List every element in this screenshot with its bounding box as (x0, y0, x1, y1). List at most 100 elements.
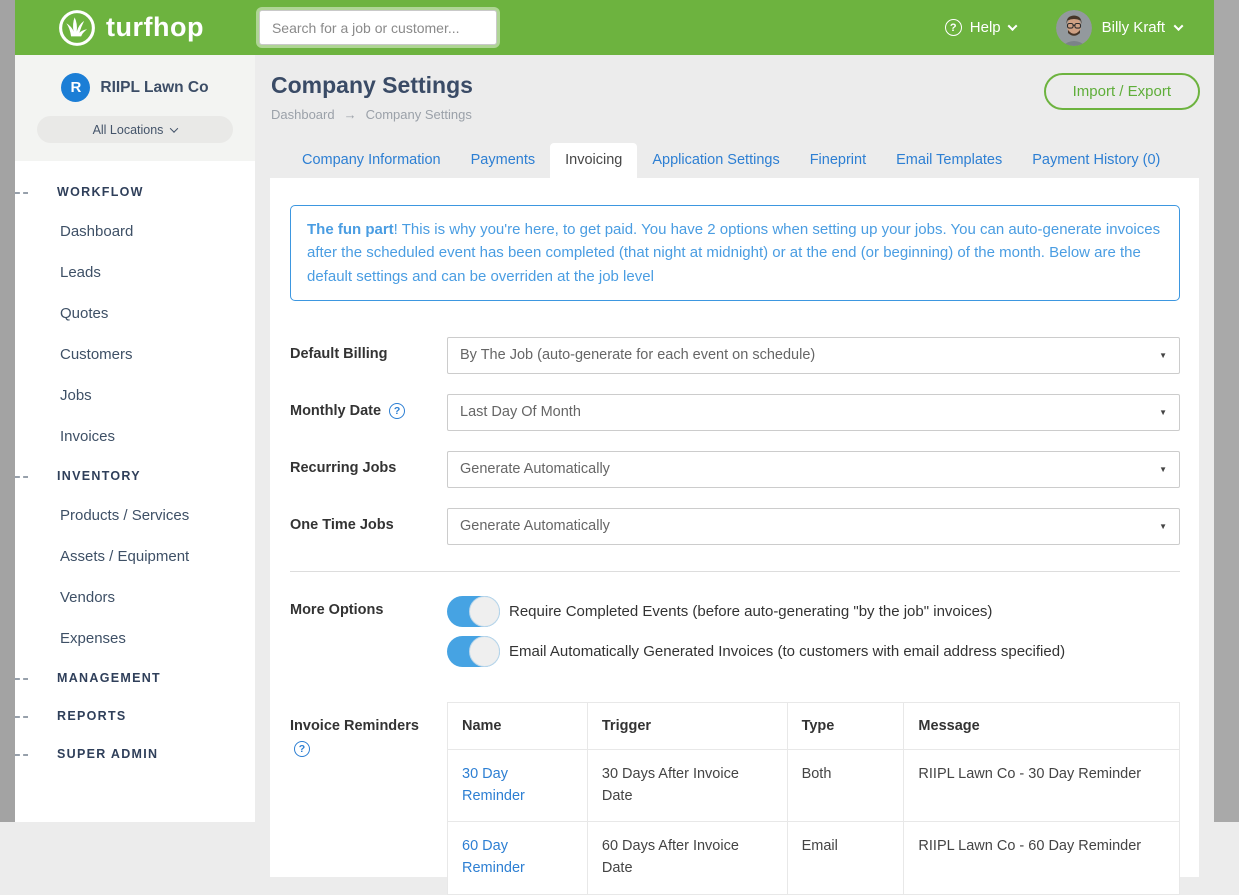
top-navbar: turfhop ? Help (15, 0, 1214, 55)
company-section: R RIIPL Lawn Co All Locations (15, 55, 255, 161)
main-content: Company Settings Dashboard → Company Set… (255, 55, 1214, 822)
invoice-reminders-label: Invoice Reminders (290, 718, 447, 734)
table-header-row: Name Trigger Type Message (448, 702, 1180, 749)
invoicing-panel: The fun part! This is why you're here, t… (270, 178, 1199, 877)
more-options-row: More Options Require Completed Events (b… (290, 596, 1180, 676)
brand-logo[interactable]: turfhop (58, 9, 204, 47)
tab-fineprint[interactable]: Fineprint (795, 143, 881, 178)
reminder-type: Email (787, 822, 904, 895)
user-name: Billy Kraft (1102, 19, 1165, 36)
tab-payment-history[interactable]: Payment History (0) (1017, 143, 1175, 178)
window-left-strip (0, 0, 15, 822)
tab-email-templates[interactable]: Email Templates (881, 143, 1017, 178)
field-row-monthly-date: Monthly Date ? Last Day Of Month ▼ (290, 394, 1180, 431)
select-arrow-icon: ▼ (1159, 522, 1167, 531)
sidebar-item-customers[interactable]: Customers (15, 334, 255, 375)
default-billing-select[interactable]: By The Job (auto-generate for each event… (447, 337, 1180, 374)
sidebar-section-management[interactable]: MANAGEMENT (15, 659, 255, 697)
locations-label: All Locations (93, 123, 164, 137)
locations-selector[interactable]: All Locations (37, 116, 233, 143)
sidebar-item-leads[interactable]: Leads (15, 252, 255, 293)
chevron-down-icon (1174, 21, 1184, 31)
brand-name: turfhop (106, 12, 204, 43)
company-name: RIIPL Lawn Co (100, 79, 208, 97)
require-completed-toggle[interactable] (447, 596, 500, 627)
sidebar-item-expenses[interactable]: Expenses (15, 618, 255, 659)
column-header-type: Type (787, 702, 904, 749)
info-text: ! This is why you're here, to get paid. … (307, 221, 1160, 285)
recurring-jobs-value: Generate Automatically (460, 461, 610, 477)
invoice-reminders-table: Name Trigger Type Message 30 Day Reminde… (447, 702, 1180, 895)
user-avatar (1056, 10, 1092, 46)
import-export-button[interactable]: Import / Export (1044, 73, 1200, 110)
select-arrow-icon: ▼ (1159, 465, 1167, 474)
email-auto-label: Email Automatically Generated Invoices (… (509, 643, 1065, 660)
sidebar-item-jobs[interactable]: Jobs (15, 375, 255, 416)
column-header-name: Name (448, 702, 588, 749)
toggle-knob (469, 596, 500, 627)
tab-company-information[interactable]: Company Information (287, 143, 456, 178)
reminder-link-60-day[interactable]: 60 Day Reminder (462, 838, 525, 876)
sidebar-item-products-services[interactable]: Products / Services (15, 495, 255, 536)
breadcrumb-dashboard[interactable]: Dashboard (271, 107, 335, 122)
turfhop-grass-icon (58, 9, 96, 47)
one-time-jobs-select[interactable]: Generate Automatically ▼ (447, 508, 1180, 545)
sidebar-section-inventory[interactable]: INVENTORY (15, 457, 255, 495)
toggle-knob (469, 636, 500, 667)
toggle-row-email-auto: Email Automatically Generated Invoices (… (447, 636, 1180, 667)
info-lead: The fun part (307, 221, 394, 238)
sidebar-section-reports[interactable]: REPORTS (15, 697, 255, 735)
recurring-jobs-label: Recurring Jobs (290, 451, 447, 488)
table-row: 30 Day Reminder 30 Days After Invoice Da… (448, 749, 1180, 822)
more-options-label: More Options (290, 596, 447, 676)
reminder-trigger: 30 Days After Invoice Date (587, 749, 787, 822)
invoice-reminders-row: Invoice Reminders ? Name Trigger Type Me… (290, 702, 1180, 895)
reminder-trigger: 60 Days After Invoice Date (587, 822, 787, 895)
reminder-link-30-day[interactable]: 30 Day Reminder (462, 766, 525, 804)
sidebar-item-quotes[interactable]: Quotes (15, 293, 255, 334)
sidebar-nav: WORKFLOW Dashboard Leads Quotes Customer… (15, 161, 255, 773)
global-search-input[interactable] (259, 10, 497, 45)
tab-invoicing[interactable]: Invoicing (550, 143, 637, 178)
breadcrumb-arrow-icon: → (344, 107, 357, 122)
recurring-jobs-select[interactable]: Generate Automatically ▼ (447, 451, 1180, 488)
monthly-date-select[interactable]: Last Day Of Month ▼ (447, 394, 1180, 431)
user-menu[interactable]: Billy Kraft (1056, 10, 1182, 46)
select-arrow-icon: ▼ (1159, 351, 1167, 360)
reminder-message: RIIPL Lawn Co - 60 Day Reminder (904, 822, 1180, 895)
one-time-jobs-label: One Time Jobs (290, 508, 447, 545)
default-billing-label: Default Billing (290, 337, 447, 374)
monthly-date-help-icon[interactable]: ? (389, 403, 405, 419)
chevron-down-icon (1007, 21, 1017, 31)
select-arrow-icon: ▼ (1159, 408, 1167, 417)
reminder-type: Both (787, 749, 904, 822)
sidebar-item-vendors[interactable]: Vendors (15, 577, 255, 618)
toggle-row-require-completed: Require Completed Events (before auto-ge… (447, 596, 1180, 627)
breadcrumb-current: Company Settings (366, 107, 472, 122)
help-label: Help (970, 19, 1001, 36)
monthly-date-value: Last Day Of Month (460, 404, 581, 420)
field-row-one-time-jobs: One Time Jobs Generate Automatically ▼ (290, 508, 1180, 545)
default-billing-value: By The Job (auto-generate for each event… (460, 347, 815, 363)
field-row-default-billing: Default Billing By The Job (auto-generat… (290, 337, 1180, 374)
invoice-reminders-help-icon[interactable]: ? (294, 741, 310, 757)
help-circle-icon: ? (945, 19, 962, 36)
monthly-date-label: Monthly Date (290, 403, 381, 419)
sidebar-item-dashboard[interactable]: Dashboard (15, 211, 255, 252)
sidebar-item-invoices[interactable]: Invoices (15, 416, 255, 457)
tab-payments[interactable]: Payments (456, 143, 550, 178)
sidebar-section-super-admin[interactable]: SUPER ADMIN (15, 735, 255, 773)
tab-application-settings[interactable]: Application Settings (637, 143, 794, 178)
require-completed-label: Require Completed Events (before auto-ge… (509, 603, 992, 620)
reminder-message: RIIPL Lawn Co - 30 Day Reminder (904, 749, 1180, 822)
field-row-recurring-jobs: Recurring Jobs Generate Automatically ▼ (290, 451, 1180, 488)
help-menu[interactable]: ? Help (945, 19, 1016, 36)
column-header-trigger: Trigger (587, 702, 787, 749)
sidebar-item-assets-equipment[interactable]: Assets / Equipment (15, 536, 255, 577)
page-scrollbar[interactable] (1214, 0, 1239, 822)
one-time-jobs-value: Generate Automatically (460, 518, 610, 534)
company-row[interactable]: R RIIPL Lawn Co (15, 73, 255, 102)
email-auto-toggle[interactable] (447, 636, 500, 667)
column-header-message: Message (904, 702, 1180, 749)
sidebar-section-workflow[interactable]: WORKFLOW (15, 173, 255, 211)
